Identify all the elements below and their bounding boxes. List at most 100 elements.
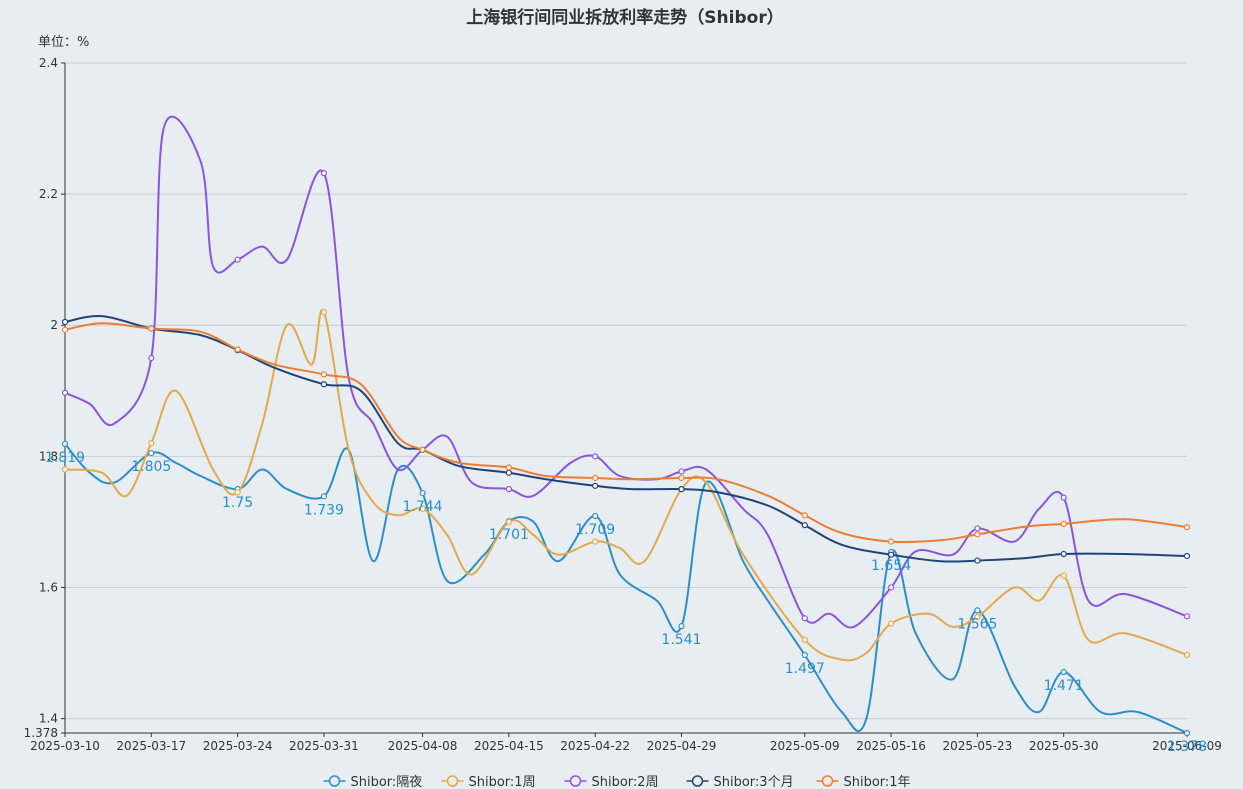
- series-point: [592, 538, 599, 545]
- data-label: 1.701: [489, 527, 529, 543]
- series-point: [1060, 520, 1067, 527]
- x-tick-label: 2025-05-30: [1029, 739, 1099, 753]
- series-point: [801, 522, 808, 529]
- legend-marker: [569, 775, 582, 787]
- data-label: 1.805: [131, 459, 171, 475]
- x-tick-label: 2025-03-24: [203, 739, 273, 753]
- series-line-3: [64, 314, 1188, 563]
- data-labels: 1.819 1.805 1.75 1.739 1.744 1.701 1.709 1.541 1…: [45, 450, 1207, 755]
- data-label: 1.709: [575, 522, 615, 538]
- data-label: 1.819: [45, 450, 85, 466]
- x-tick-label: 2025-04-29: [647, 739, 717, 753]
- series-point: [801, 651, 808, 659]
- x-tick-label: 2025-04-15: [474, 739, 544, 753]
- series-point: [148, 440, 155, 447]
- series-point: [974, 531, 981, 538]
- legend-label: Shibor:2周: [592, 775, 659, 789]
- series-point: [320, 381, 328, 388]
- data-label: 1.471: [1044, 678, 1084, 694]
- series-point: [887, 551, 895, 558]
- legend-item-3[interactable]: Shibor:3个月: [686, 775, 794, 789]
- x-tick-label: 2025-04-22: [560, 739, 630, 753]
- legend-label: Shibor:1年: [844, 775, 911, 789]
- series-point: [505, 469, 512, 476]
- series-point: [592, 474, 599, 482]
- legend-label: Shibor:1周: [469, 775, 536, 789]
- x-tick-label: 2025-03-10: [30, 739, 100, 753]
- series-point: [234, 346, 241, 353]
- series-line-2: [64, 115, 1188, 629]
- y-tick-label: 1.378: [24, 726, 58, 740]
- series-point: [1183, 552, 1191, 560]
- data-label: 1.744: [403, 499, 443, 515]
- data-label: 1.75: [222, 495, 253, 511]
- unit-label: 单位：%: [38, 35, 89, 50]
- data-label: 1.654: [871, 558, 911, 574]
- series-point: [678, 623, 685, 630]
- y-tick-label: 2.2: [39, 187, 58, 201]
- y-tick-label: 1.6: [39, 580, 58, 594]
- series-point: [61, 440, 69, 447]
- series-point: [148, 449, 155, 457]
- chart-title: 上海银行间同业拆放利率走势（Shibor）: [466, 7, 783, 28]
- series-point: [887, 538, 895, 545]
- series-point: [801, 615, 808, 622]
- y-tick-label: 1.4: [39, 712, 58, 726]
- series-point: [887, 620, 895, 627]
- x-tick-label: 2025-05-23: [943, 739, 1013, 753]
- series-line-1: [64, 309, 1188, 662]
- y-tick-label: 2.4: [39, 56, 58, 70]
- axes: 1.3781.41.61.822.22.42025-03-10 2025-03-1…: [24, 56, 1222, 753]
- legend-item-1[interactable]: Shibor:1周: [441, 775, 536, 789]
- series-point: [1183, 613, 1191, 620]
- series-point: [592, 482, 599, 489]
- series-point: [974, 607, 981, 614]
- series-point: [61, 318, 69, 326]
- series-point: [505, 464, 512, 471]
- series-point: [61, 466, 69, 473]
- x-tick-label: 2025-04-08: [388, 739, 458, 753]
- series-point: [61, 389, 69, 396]
- series-point: [320, 309, 328, 316]
- series-point: [678, 486, 685, 493]
- series-point: [505, 486, 512, 493]
- series-point: [1183, 524, 1191, 531]
- legend-label: Shibor:隔夜: [351, 775, 423, 789]
- grid-lines: [65, 62, 1187, 720]
- series-point: [419, 446, 426, 453]
- data-label: 1.497: [785, 661, 825, 677]
- series-point: [1183, 651, 1191, 659]
- series-point: [419, 489, 426, 497]
- legend-marker: [446, 775, 459, 787]
- data-label: 1.378: [1167, 739, 1207, 755]
- series-point: [1060, 550, 1067, 558]
- series-point: [592, 512, 599, 520]
- legend-label: Shibor:3个月: [714, 775, 794, 789]
- series-point: [1060, 572, 1067, 579]
- data-label: 1.739: [304, 502, 344, 518]
- series-point: [1060, 668, 1067, 676]
- series-point: [801, 512, 808, 519]
- series-point: [320, 493, 328, 500]
- series-point: [974, 557, 981, 564]
- series-point: [1060, 494, 1067, 501]
- data-label: 1.541: [661, 632, 701, 648]
- legend-marker: [328, 775, 341, 787]
- legend[interactable]: Shibor:隔夜 Shibor:1周 Shibor:2周 Shibor:3个月 Shi…: [323, 775, 911, 789]
- x-tick-label: 2025-05-16: [856, 739, 926, 753]
- legend-item-4[interactable]: Shibor:1年: [816, 775, 911, 789]
- series-point: [592, 453, 599, 460]
- y-tick-label: 2: [50, 318, 58, 332]
- series-lines: [61, 115, 1191, 737]
- series-point: [887, 584, 895, 591]
- series-point: [1183, 729, 1191, 737]
- legend-item-2[interactable]: Shibor:2周: [564, 775, 659, 789]
- x-tick-label: 2025-03-17: [116, 739, 186, 753]
- legend-item-0[interactable]: Shibor:隔夜: [323, 775, 423, 789]
- series-point: [974, 525, 981, 532]
- legend-marker: [821, 775, 834, 787]
- series-point: [61, 326, 69, 333]
- series-point: [320, 371, 328, 378]
- series-point: [505, 518, 512, 526]
- series-point: [801, 636, 808, 644]
